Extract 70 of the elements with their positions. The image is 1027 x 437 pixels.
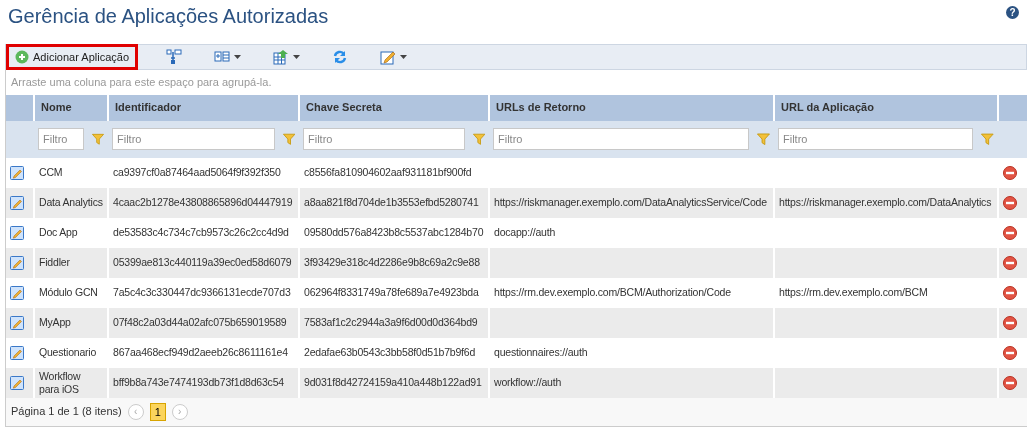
delete-icon[interactable]: [1003, 285, 1017, 300]
delete-icon[interactable]: [1003, 315, 1017, 330]
key-cell: 3f93429e318c4d2286e9b8c69a2c9e88: [304, 256, 480, 269]
edit-icon[interactable]: [10, 255, 24, 270]
column-header[interactable]: Identificador: [108, 94, 299, 121]
page-title: Gerência de Aplicações Autorizadas: [8, 6, 329, 26]
name-cell: Data Analytics: [39, 196, 103, 209]
key-cell: 9d031f8d42724159a410a448b122ad91: [304, 376, 482, 389]
edit-icon[interactable]: [10, 225, 24, 240]
key-cell: 09580dd576a8423b8c5537abc1284b70: [304, 226, 484, 239]
key-cell: c8556fa810904602aaf931181bf900fd: [304, 166, 472, 179]
name-cell: Fiddler: [39, 256, 70, 269]
edit-icon[interactable]: [10, 375, 24, 390]
url-cell: https://riskmanager.exemplo.com/DataAnalytics: [779, 196, 992, 209]
name-cell: Módulo GCN: [39, 286, 98, 299]
name-cell: Workflow para iOS: [39, 369, 81, 395]
edit-icon[interactable]: [10, 195, 24, 210]
delete-icon[interactable]: [1003, 165, 1017, 180]
help-button[interactable]: ?: [1006, 6, 1019, 19]
group-hint: Arraste uma coluna para este espaço para agrupá-la.: [5, 70, 1027, 95]
caret-icon[interactable]: [400, 55, 407, 59]
key-cell: 2edafae63b0543c3bb58f0d51b7b9f6d: [304, 346, 476, 359]
key-cell: bff9b8a743e7474193db73f1d8d63c54: [113, 376, 284, 389]
key-cell: 062964f8331749a78fe689a7e4923bda: [304, 286, 479, 299]
key-cell: 7583af1c2c2944a3a9f6d00d0d364bd9: [304, 316, 478, 329]
url-cell: https://rm.dev.exemplo.com/BCM/Authorization/Code: [494, 286, 731, 299]
page-button[interactable]: 1: [149, 402, 166, 421]
url-cell: https://rm.dev.exemplo.com/BCM: [779, 286, 928, 299]
filter-field[interactable]: Filtro: [493, 128, 750, 150]
key-cell: 867aa468ecf949d2aeeb26c8611161e4: [113, 346, 288, 359]
edit-icon[interactable]: [10, 315, 24, 330]
table-export-icon[interactable]: [273, 49, 289, 65]
edit-icon[interactable]: [10, 285, 24, 300]
filter-field[interactable]: Filtro: [112, 128, 275, 150]
name-cell: Doc App: [39, 226, 78, 239]
edit-icon[interactable]: [10, 345, 24, 360]
delete-icon[interactable]: [1003, 195, 1017, 210]
url-cell: docapp://auth: [494, 226, 556, 239]
name-cell: CCM: [39, 166, 63, 179]
caret-icon[interactable]: [293, 55, 300, 59]
url-cell: workflow://auth: [494, 376, 562, 389]
key-cell: 05399ae813c440119a39ec0ed58d6079: [113, 256, 292, 269]
url-cell: https://riskmanager.exemplo.com/DataAnalyticsService/Code: [494, 196, 767, 209]
filter-field[interactable]: Filtro: [38, 128, 84, 150]
delete-icon[interactable]: [1003, 225, 1017, 240]
caret-icon[interactable]: [234, 55, 241, 59]
key-cell: 07f48c2a03d44a02afc075b659019589: [113, 316, 287, 329]
filter-field[interactable]: Filtro: [778, 128, 974, 150]
refresh-icon[interactable]: [332, 49, 348, 65]
filter-field[interactable]: Filtro: [303, 128, 465, 150]
column-header[interactable]: Nome: [34, 94, 108, 121]
name-cell: Questionario: [39, 346, 97, 359]
column-header[interactable]: URL da Aplicação: [774, 94, 998, 121]
group-icon[interactable]: [166, 49, 182, 65]
column-header[interactable]: Chave Secreta: [299, 94, 489, 121]
key-cell: de53583c4c734c7cb9573c26c2cc4d9d: [113, 226, 289, 239]
column-header[interactable]: URLs de Retorno: [489, 94, 774, 121]
key-cell: 7a5c4c3c330447dc9366131ecde707d3: [113, 286, 291, 299]
key-cell: a8aa821f8d704de1b3553efbd5280741: [304, 196, 479, 209]
key-cell: ca9397cf0a87464aad5064f9f392f350: [113, 166, 281, 179]
name-cell: MyApp: [39, 316, 71, 329]
delete-icon[interactable]: [1003, 345, 1017, 360]
add-application-button[interactable]: Adicionar Aplicação: [6, 44, 138, 70]
edit-icon[interactable]: [10, 165, 24, 180]
delete-icon[interactable]: [1003, 255, 1017, 270]
page-summary: Página 1 de 1 (8 itens): [11, 404, 122, 420]
delete-icon[interactable]: [1003, 375, 1017, 390]
url-cell: questionnaires://auth: [494, 346, 588, 359]
plus-icon: [15, 50, 29, 64]
key-cell: 4caac2b1278e43808865896d04447919: [113, 196, 293, 209]
